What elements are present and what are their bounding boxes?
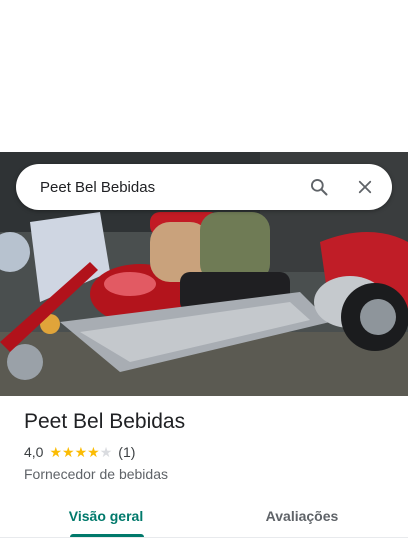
tab-overview[interactable]: Visão geral [52,498,160,538]
map-top-area [0,0,408,152]
rating-stars: ★ ★ ★ ★ ★ [49,445,112,459]
review-count[interactable]: (1) [118,444,135,460]
search-bar[interactable]: Peet Bel Bebidas [16,164,392,210]
close-button[interactable] [342,164,388,210]
search-input[interactable]: Peet Bel Bebidas [16,179,296,196]
close-icon [358,180,372,194]
search-icon [311,179,328,196]
star-filled-icon: ★ [74,444,88,460]
tab-bar: Visão geral Avaliações [0,498,408,538]
rating-value: 4,0 [24,444,44,460]
place-category[interactable]: Fornecedor de bebidas [24,466,168,482]
rating-row[interactable]: 4,0 ★ ★ ★ ★ ★ (1) [24,444,135,460]
tab-reviews[interactable]: Avaliações [248,498,356,538]
star-filled-icon: ★ [49,444,63,460]
star-empty-icon: ★ [99,444,113,460]
active-tab-indicator [70,534,144,537]
search-button[interactable] [296,164,342,210]
star-filled-icon: ★ [87,444,100,460]
star-filled-icon: ★ [62,444,75,460]
place-title: Peet Bel Bebidas [24,410,186,433]
